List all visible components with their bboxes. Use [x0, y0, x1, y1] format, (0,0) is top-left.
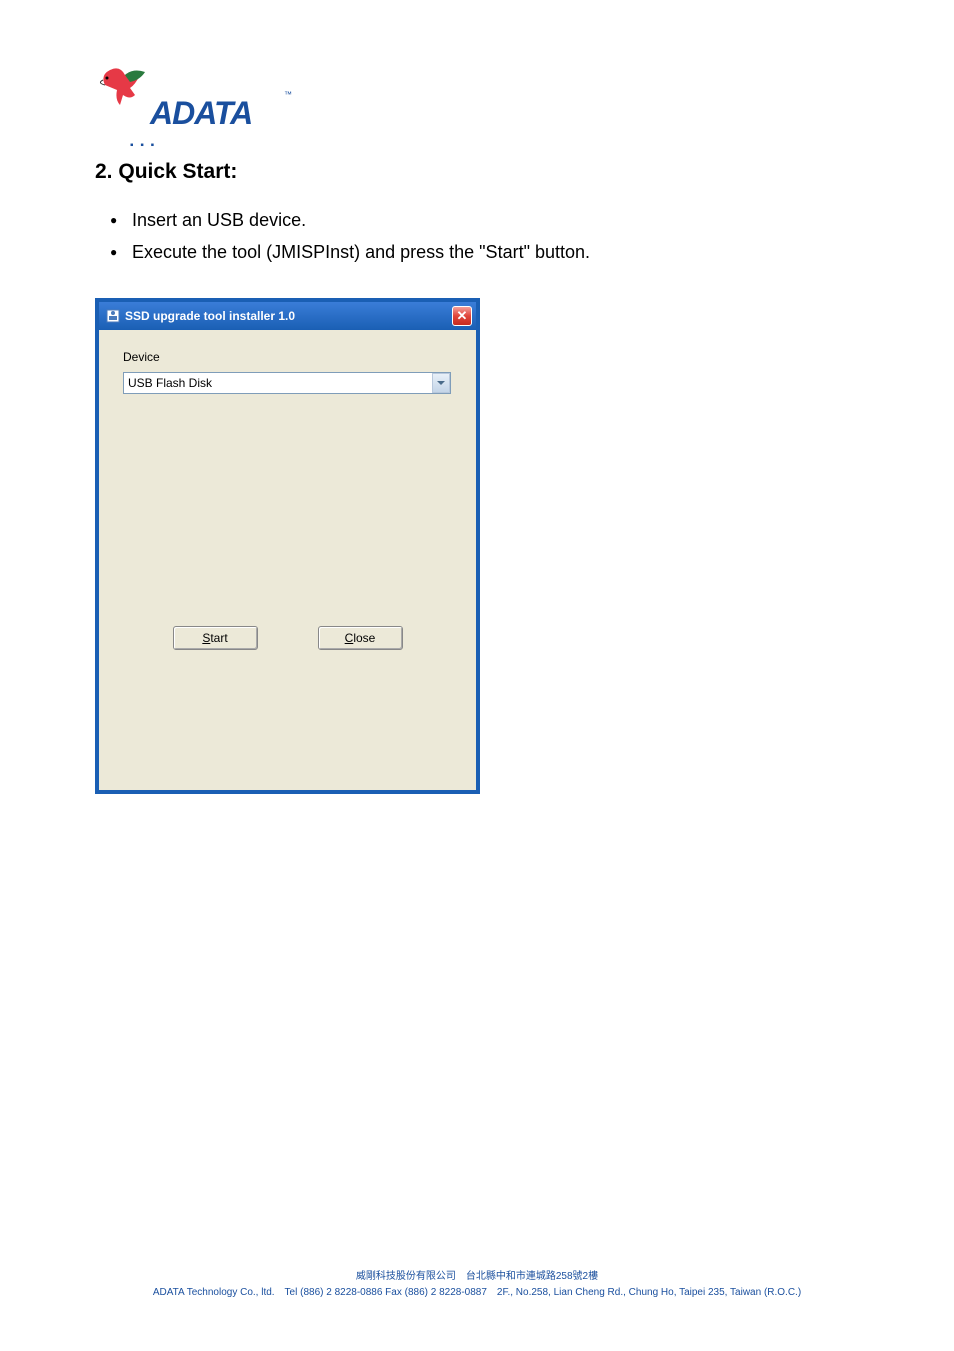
tm-mark: ™	[284, 90, 292, 99]
section-title-text: Quick Start:	[118, 160, 237, 183]
dialog-body: Device Start Close	[99, 330, 476, 790]
adata-logo: ADATA ™ ▪ ▪ ▪	[95, 60, 859, 155]
footer-line2: ADATA Technology Co., ltd. Tel (886) 2 8…	[0, 1285, 954, 1301]
start-button[interactable]: Start	[173, 626, 258, 650]
section-title: 2. Quick Start:	[95, 160, 859, 184]
page-footer: 威剛科技股份有限公司 台北縣中和市連城路258號2樓 ADATA Technol…	[0, 1269, 954, 1301]
logo-pixels: ▪ ▪ ▪	[130, 140, 156, 151]
title-bar: SSD upgrade tool installer 1.0 ✕	[99, 302, 476, 330]
button-row: Start Close	[99, 626, 476, 650]
close-window-button[interactable]: ✕	[452, 306, 472, 326]
footer-line1: 威剛科技股份有限公司 台北縣中和市連城路258號2樓	[0, 1269, 954, 1285]
installer-dialog: SSD upgrade tool installer 1.0 ✕ Device …	[95, 298, 480, 794]
section-number: 2.	[95, 160, 113, 183]
hummingbird-icon	[95, 60, 155, 120]
instruction-list: Insert an USB device. Execute the tool (…	[110, 204, 859, 268]
instruction-item: Insert an USB device.	[110, 204, 859, 236]
chevron-down-icon[interactable]	[432, 373, 450, 393]
instruction-item: Execute the tool (JMISPInst) and press t…	[110, 236, 859, 268]
close-button[interactable]: Close	[318, 626, 403, 650]
device-input[interactable]	[123, 372, 451, 394]
device-label: Device	[123, 350, 452, 364]
dialog-title: SSD upgrade tool installer 1.0	[125, 309, 295, 323]
device-dropdown[interactable]	[123, 372, 451, 394]
installer-icon	[105, 308, 121, 324]
close-icon: ✕	[457, 308, 468, 324]
adata-brand-text: ADATA	[150, 95, 252, 132]
